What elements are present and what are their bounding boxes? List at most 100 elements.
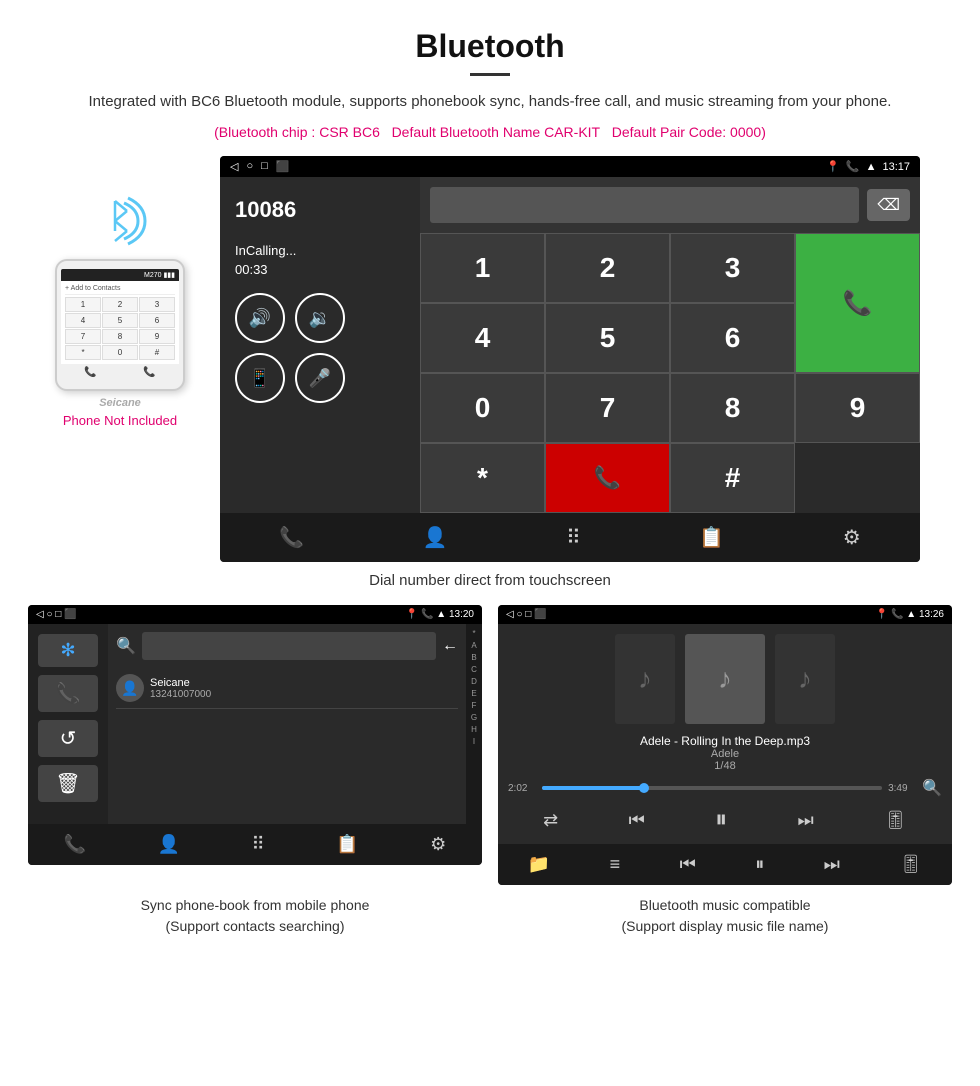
music-search-icon[interactable]: 🔍: [922, 778, 942, 798]
car-input-box[interactable]: [430, 187, 859, 223]
car-key-9[interactable]: 9: [795, 373, 920, 443]
alpha-a[interactable]: A: [471, 640, 476, 652]
pb-bottom-calls[interactable]: 📞: [64, 834, 86, 855]
mu-bottom-pause[interactable]: ⏸: [755, 854, 764, 875]
mock-key-5[interactable]: 5: [102, 313, 138, 328]
mu-bottom-next[interactable]: ⏭: [824, 854, 840, 875]
car-calling-status: InCalling...: [235, 243, 405, 258]
mock-key-9[interactable]: 9: [139, 329, 175, 344]
phone-mock-screen: + Add to Contacts 1 2 3 4 5 6 7 8 9 * 0 …: [61, 281, 179, 364]
car-transfer-button[interactable]: 📱: [235, 353, 285, 403]
bottom-captions: Sync phone-book from mobile phone(Suppor…: [0, 885, 980, 957]
phone-mock-device: M270 ▮▮▮ + Add to Contacts 1 2 3 4 5 6 7…: [55, 259, 185, 391]
car-backspace-button[interactable]: ⌫: [867, 189, 910, 221]
pb-bottom-dialpad[interactable]: ⠿: [252, 834, 265, 855]
music-time-total: 3:49: [888, 783, 916, 794]
music-album-art-row: ♪ ♪ ♪: [508, 634, 942, 724]
page-title: Bluetooth: [60, 28, 920, 65]
car-key-8[interactable]: 8: [670, 373, 795, 443]
alpha-i[interactable]: I: [473, 736, 475, 748]
car-bottom-dialpad-icon[interactable]: ⠿: [566, 525, 581, 550]
pb-bottom-settings[interactable]: ⚙: [430, 834, 446, 855]
music-shuffle-icon[interactable]: ⇄: [543, 810, 558, 831]
music-play-pause-icon[interactable]: ⏸: [715, 806, 727, 834]
mu-bottom-settings[interactable]: 🎚: [899, 854, 922, 875]
mock-key-star[interactable]: *: [65, 345, 101, 360]
music-progress-fill: [542, 786, 644, 790]
car-key-6[interactable]: 6: [670, 303, 795, 373]
mock-key-1[interactable]: 1: [65, 297, 101, 312]
phonebook-back-icon[interactable]: ←: [442, 637, 458, 655]
music-status-bar: ◁ ○ □ ⬛ 📍 📞 ▲ 13:26: [498, 605, 952, 624]
mock-end-icon[interactable]: 📞: [84, 367, 96, 378]
mock-key-6[interactable]: 6: [139, 313, 175, 328]
mu-status-left: ◁ ○ □ ⬛: [506, 609, 547, 620]
alpha-h[interactable]: H: [471, 724, 477, 736]
pb-bottom-contacts[interactable]: 👤: [158, 834, 180, 855]
car-call-button[interactable]: 📞: [795, 233, 920, 373]
car-controls-row-2: 📱 🎤: [235, 353, 405, 403]
alpha-star[interactable]: *: [472, 628, 475, 640]
car-key-star[interactable]: *: [420, 443, 545, 513]
music-time-current: 2:02: [508, 783, 536, 794]
phonebook-status-bar: ◁ ○ □ ⬛ 📍 📞 ▲ 13:20: [28, 605, 482, 624]
music-track-info: 1/48: [508, 760, 942, 772]
mock-key-hash[interactable]: #: [139, 345, 175, 360]
car-calling-time: 00:33: [235, 262, 405, 277]
mu-bottom-list[interactable]: ≡: [610, 854, 621, 875]
car-time: 13:17: [882, 161, 910, 173]
pb-bottom-transfer[interactable]: 📋: [336, 834, 358, 855]
car-vol-up-button[interactable]: 🔊: [235, 293, 285, 343]
music-equalizer-icon[interactable]: 🎚: [884, 810, 907, 831]
mock-key-3[interactable]: 3: [139, 297, 175, 312]
spec-bt-name: Default Bluetooth Name CAR-KIT: [392, 124, 601, 140]
bluetooth-icon-area: [90, 186, 150, 251]
mu-bottom-prev[interactable]: ⏮: [680, 854, 696, 875]
alpha-b[interactable]: B: [471, 652, 476, 664]
phonebook-contact-row[interactable]: 👤 Seicane 13241007000: [116, 668, 458, 709]
alpha-d[interactable]: D: [471, 676, 477, 688]
phonebook-refresh-icon[interactable]: ↺: [38, 720, 98, 757]
alpha-c[interactable]: C: [471, 664, 477, 676]
car-phone-icon: 📞: [846, 160, 860, 173]
car-bottom-transfer-icon[interactable]: 📋: [699, 525, 724, 550]
mock-call-icon[interactable]: 📞: [143, 367, 155, 378]
car-key-3[interactable]: 3: [670, 233, 795, 303]
car-key-4[interactable]: 4: [420, 303, 545, 373]
car-vol-down-button[interactable]: 🔉: [295, 293, 345, 343]
phonebook-search-input[interactable]: [142, 632, 436, 660]
music-bottom-bar: 📁 ≡ ⏮ ⏸ ⏭ 🎚: [498, 844, 952, 885]
mock-key-7[interactable]: 7: [65, 329, 101, 344]
music-progress-bar[interactable]: [542, 786, 882, 790]
alpha-f[interactable]: F: [472, 700, 477, 712]
car-bottom-settings-icon[interactable]: ⚙: [843, 525, 861, 550]
phonebook-search-row: 🔍 ←: [116, 632, 458, 660]
car-key-hash[interactable]: #: [670, 443, 795, 513]
mu-bottom-folder[interactable]: 📁: [528, 854, 550, 875]
mock-key-0[interactable]: 0: [102, 345, 138, 360]
car-key-5[interactable]: 5: [545, 303, 670, 373]
mock-key-4[interactable]: 4: [65, 313, 101, 328]
phonebook-call-icon[interactable]: 📞: [38, 675, 98, 712]
title-divider: [470, 73, 510, 76]
music-art-right: ♪: [775, 634, 835, 724]
music-next-icon[interactable]: ⏭: [797, 810, 813, 831]
mock-key-8[interactable]: 8: [102, 329, 138, 344]
music-prev-icon[interactable]: ⏮: [629, 810, 645, 831]
car-bottom-calls-icon[interactable]: 📞: [279, 525, 304, 550]
phonebook-screen: ◁ ○ □ ⬛ 📍 📞 ▲ 13:20 ✻ 📞 ↺ 🗑 🔍 ←: [28, 605, 482, 865]
car-gps-icon: 📍: [826, 160, 840, 173]
alpha-g[interactable]: G: [471, 712, 477, 724]
phonebook-bt-icon[interactable]: ✻: [38, 634, 98, 667]
car-key-7[interactable]: 7: [545, 373, 670, 443]
car-end-call-button[interactable]: 📞: [545, 443, 670, 513]
car-key-1[interactable]: 1: [420, 233, 545, 303]
phonebook-delete-icon[interactable]: 🗑: [38, 765, 98, 802]
car-mute-button[interactable]: 🎤: [295, 353, 345, 403]
mock-key-2[interactable]: 2: [102, 297, 138, 312]
car-status-left: ◁ ○ □ ⬛: [230, 160, 289, 173]
car-key-2[interactable]: 2: [545, 233, 670, 303]
alpha-e[interactable]: E: [471, 688, 476, 700]
car-key-0[interactable]: 0: [420, 373, 545, 443]
car-bottom-contacts-icon[interactable]: 👤: [423, 525, 448, 550]
